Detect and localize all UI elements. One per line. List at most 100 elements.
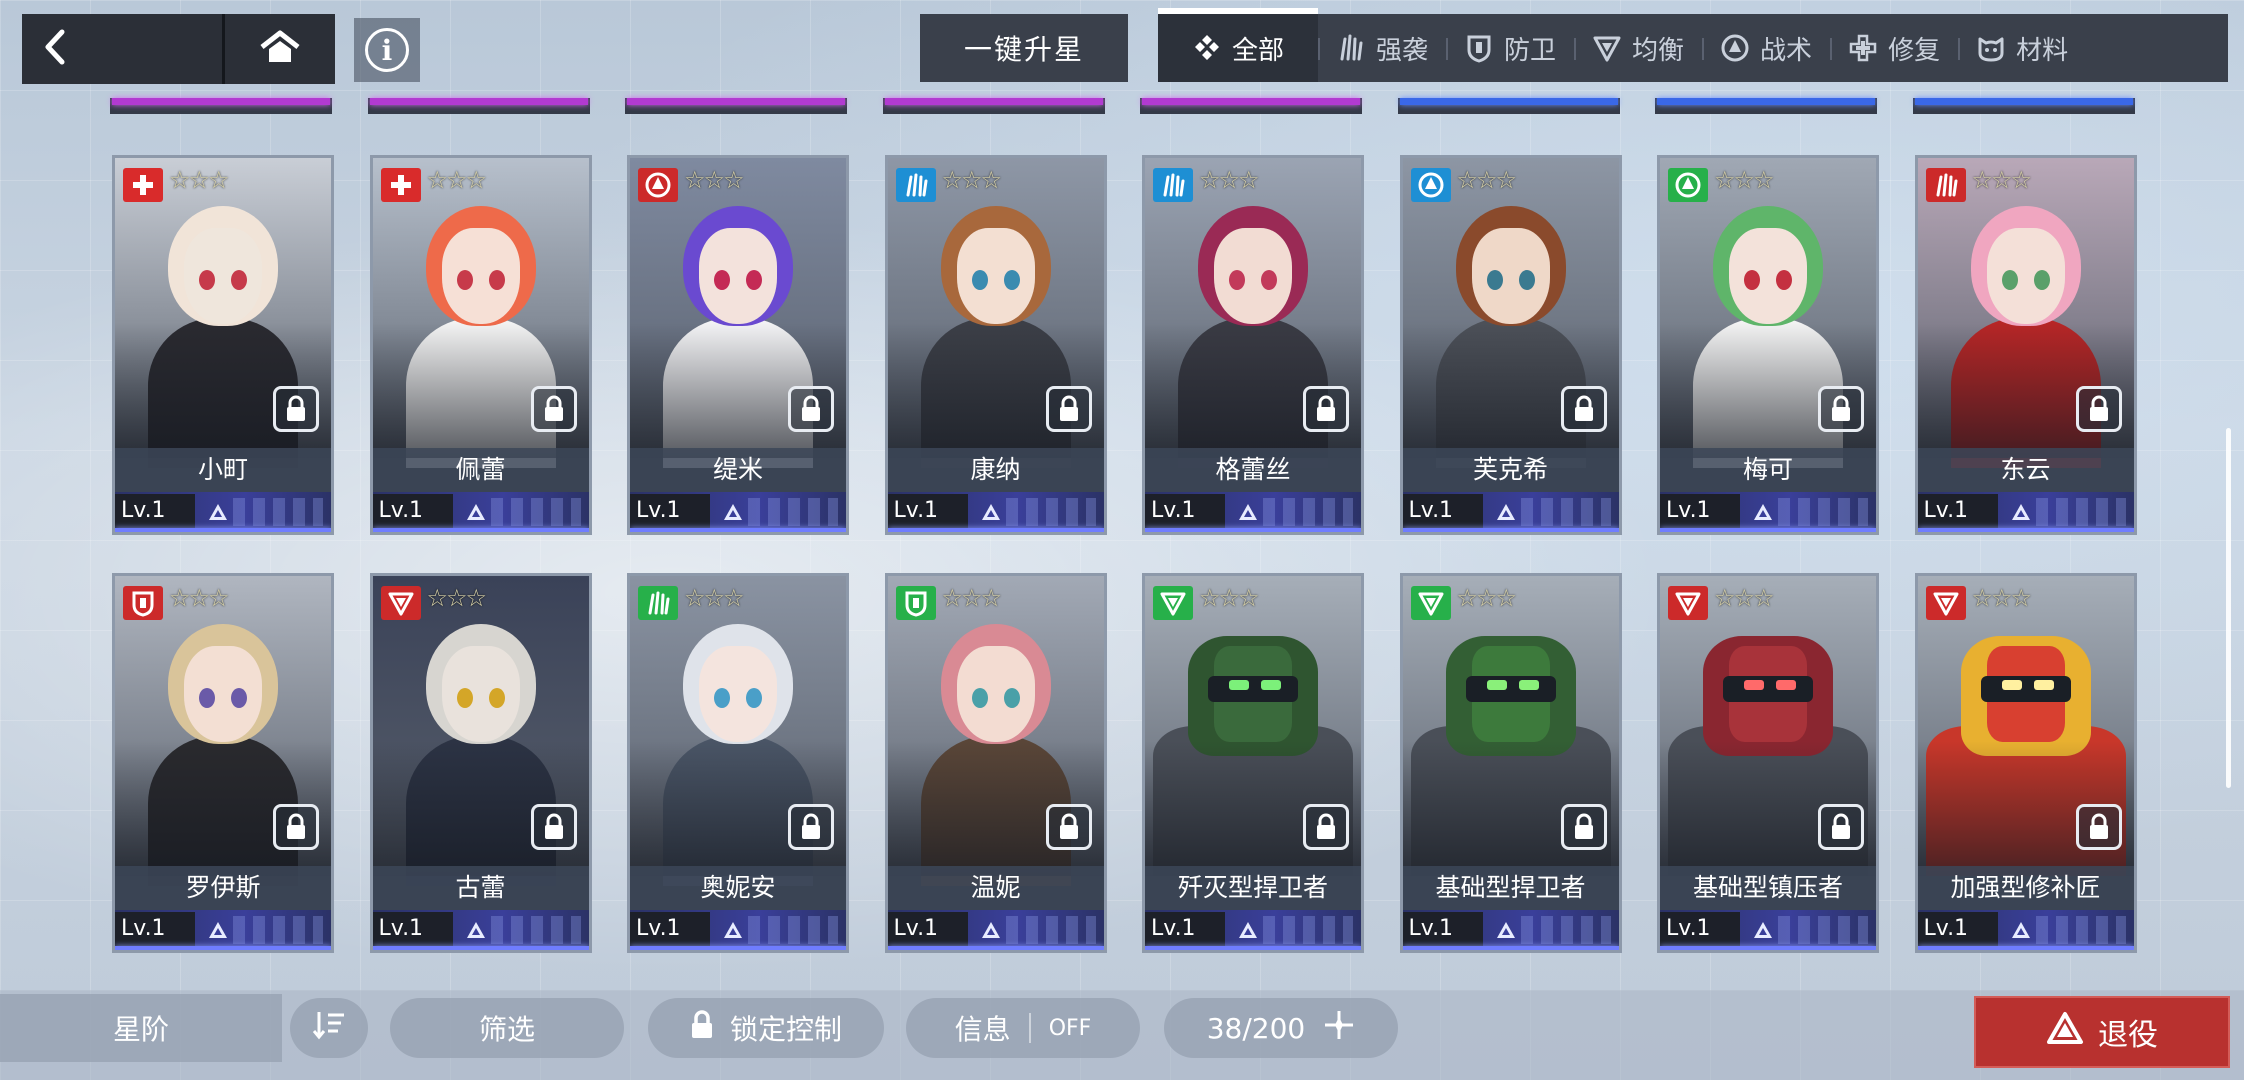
level-bar: Lv.1 [887,492,1104,532]
level-bar: Lv.1 [1145,492,1361,532]
class-assault-icon [895,168,936,202]
home-button[interactable] [225,14,335,84]
unit-level: Lv.1 [1145,912,1225,946]
tab-defense[interactable]: 防卫 [1446,14,1574,82]
unit-level: Lv.1 [1145,494,1225,528]
class-filter-tabs: 全部 强袭 防卫 均衡 战术 修复 材料 [1158,8,2228,82]
info-toggle-state: OFF [1048,1015,1092,1041]
lock-icon[interactable] [1045,386,1092,432]
lock-icon[interactable] [1818,804,1864,850]
unit-name: 康纳 [887,448,1104,492]
unit-name: 罗伊斯 [115,866,331,910]
unit-card[interactable]: ☆☆☆ 罗伊斯 Lv.1 [112,573,334,953]
tab-label: 防卫 [1504,35,1557,66]
lock-icon[interactable] [2075,386,2122,432]
class-tactics-icon [1668,168,1708,202]
unit-name: 温妮 [887,866,1104,910]
rank-pattern [207,916,323,944]
unit-level: Lv.1 [1917,494,1998,528]
rank-pattern [207,498,323,526]
tab-tactics[interactable]: 战术 [1702,14,1830,82]
star-rating: ☆☆☆ [684,166,745,194]
lock-icon[interactable] [1045,804,1092,850]
scrollbar[interactable] [2226,428,2231,788]
info-button[interactable]: i [354,18,420,82]
lock-icon[interactable] [530,804,577,850]
level-bar: Lv.1 [630,910,846,950]
lock-icon[interactable] [788,804,834,850]
tab-label: 材料 [2016,35,2069,66]
unit-card[interactable]: ☆☆☆ 基础型捍卫者 Lv.1 [1399,573,1622,953]
unit-level: Lv.1 [887,494,968,528]
star-sort-label: 星阶 [112,1013,169,1046]
lock-icon[interactable] [273,386,319,432]
tab-all[interactable]: 全部 [1158,8,1318,82]
home-icon [259,29,301,69]
class-repair-icon [123,168,163,202]
rank-pattern [1237,916,1353,944]
capacity-expand-button[interactable]: 38/200 [1164,998,1398,1058]
unit-card[interactable]: ☆☆☆ 缇米 Lv.1 [627,155,849,535]
unit-name: 梅可 [1660,448,1876,492]
rank-pattern [465,498,581,526]
lock-icon[interactable] [788,386,834,432]
unit-level: Lv.1 [372,912,453,946]
unit-card[interactable]: ☆☆☆ 康纳 Lv.1 [884,155,1107,535]
recycle-triangle-icon [2046,1011,2084,1053]
tab-assault[interactable]: 强袭 [1318,14,1446,82]
tab-balance[interactable]: 均衡 [1574,14,1702,82]
lock-icon[interactable] [1818,386,1864,432]
unit-card[interactable]: ☆☆☆ 奥妮安 Lv.1 [627,573,849,953]
unit-card[interactable]: ☆☆☆ 古蕾 Lv.1 [369,573,592,953]
capacity-count: 38/200 [1206,1011,1306,1045]
tab-repair[interactable]: 修复 [1830,14,1958,82]
unit-level: Lv.1 [372,494,453,528]
info-toggle[interactable]: 信息 OFF [906,998,1140,1058]
level-bar: Lv.1 [115,492,331,532]
class-balance-icon [380,586,421,620]
unit-card[interactable]: ☆☆☆ 芙克希 Lv.1 [1399,155,1622,535]
class-tactics-icon [1410,168,1451,202]
level-bar: Lv.1 [1145,910,1361,950]
unit-card[interactable]: ☆☆☆ 歼灭型捍卫者 Lv.1 [1142,573,1364,953]
rank-pattern [722,498,838,526]
unit-card[interactable]: ☆☆☆ 梅可 Lv.1 [1657,155,1879,535]
unit-name: 基础型捍卫者 [1402,866,1619,910]
unit-name: 小町 [115,448,331,492]
unit-card[interactable]: ☆☆☆ 佩蕾 Lv.1 [369,155,592,535]
level-bar: Lv.1 [630,492,846,532]
unit-card[interactable]: ☆☆☆ 东云 Lv.1 [1914,155,2137,535]
one-click-upstar-button[interactable]: 一键升星 [920,14,1128,82]
level-bar: Lv.1 [1402,910,1619,950]
unit-level: Lv.1 [1917,912,1998,946]
filter-button[interactable]: 筛选 [390,998,624,1058]
lock-icon[interactable] [1303,386,1349,432]
unit-level: Lv.1 [630,494,710,528]
unit-card[interactable]: ☆☆☆ 温妮 Lv.1 [884,573,1107,953]
unit-level: Lv.1 [1660,494,1740,528]
lock-icon[interactable] [273,804,319,850]
unit-card[interactable]: ☆☆☆ 格蕾丝 Lv.1 [1142,155,1364,535]
chevron-left-icon [42,29,68,69]
sort-order-button[interactable] [290,998,368,1058]
lock-icon[interactable] [2075,804,2122,850]
lock-control-button[interactable]: 锁定控制 [648,998,884,1058]
lock-icon [690,1009,714,1047]
diamond-cluster-icon [1192,33,1222,63]
unit-card[interactable]: ☆☆☆ 基础型镇压者 Lv.1 [1657,573,1879,953]
unit-name: 东云 [1917,448,2134,492]
retire-button[interactable]: 退役 [1974,996,2230,1068]
unit-card[interactable]: ☆☆☆ 小町 Lv.1 [112,155,334,535]
star-sort-button[interactable]: 星阶 [0,994,282,1062]
cat-face-icon [1976,33,2006,63]
lock-icon[interactable] [1560,804,1607,850]
rank-pattern [2010,498,2126,526]
unit-level: Lv.1 [115,494,195,528]
unit-card[interactable]: ☆☆☆ 加强型修补匠 Lv.1 [1914,573,2137,953]
lock-icon[interactable] [530,386,577,432]
tab-label: 均衡 [1632,35,1685,66]
back-button[interactable] [22,14,222,84]
lock-icon[interactable] [1303,804,1349,850]
lock-icon[interactable] [1560,386,1607,432]
tab-material[interactable]: 材料 [1958,14,2086,82]
